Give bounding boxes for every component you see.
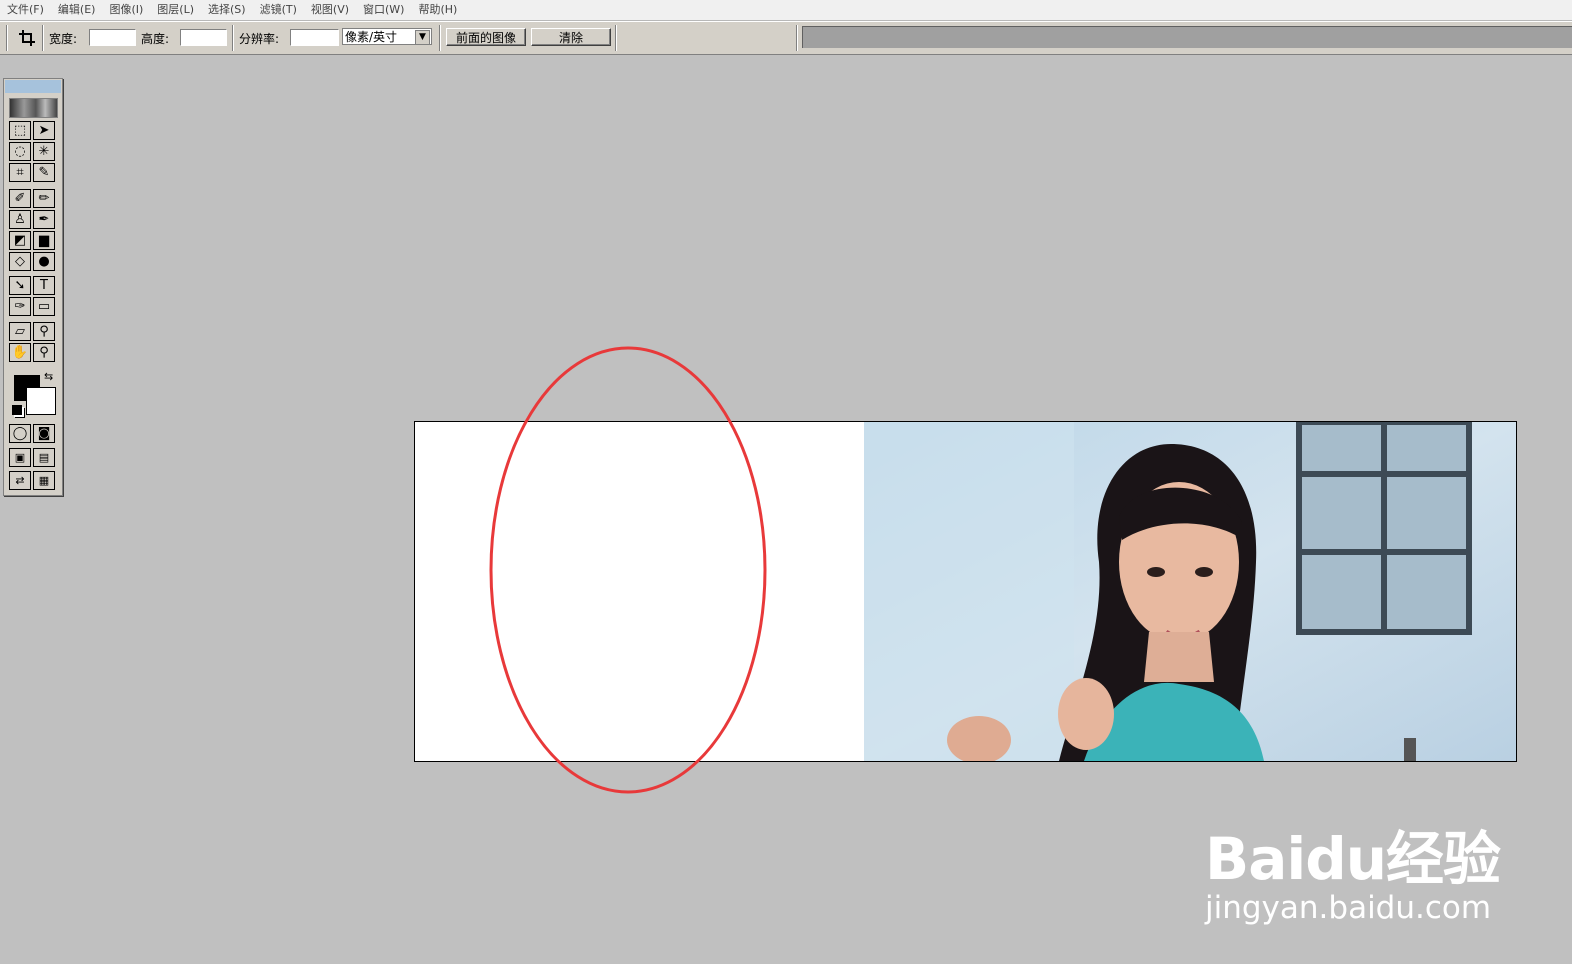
magic-wand-tool-icon[interactable]: ✳ — [33, 142, 55, 161]
menu-item[interactable]: 窗口(W) — [356, 0, 411, 20]
slice-tool-icon[interactable]: ✎ — [33, 163, 55, 182]
hand-tool-icon[interactable]: ✋ — [9, 343, 31, 362]
menu-item[interactable]: 视图(V) — [304, 0, 356, 20]
menu-item[interactable]: 文件(F) — [0, 0, 51, 20]
menu-item[interactable]: 图像(I) — [102, 0, 150, 20]
brush-tool-icon[interactable]: ✏ — [33, 189, 55, 208]
watermark-url: jingyan.baidu.com — [1205, 890, 1492, 926]
blur-tool-icon[interactable]: ◇ — [9, 252, 31, 271]
eraser-tool-icon[interactable]: ◩ — [9, 231, 31, 250]
default-colors-icon[interactable] — [12, 405, 22, 415]
menu-bar: 文件(F) 编辑(E) 图像(I) 图层(L) 选择(S) 滤镜(T) 视图(V) 窗口(W)… — [0, 0, 1572, 21]
dodge-tool-icon[interactable]: ● — [33, 252, 55, 271]
options-bar-grip — [6, 25, 8, 51]
clone-stamp-tool-icon[interactable]: ♙ — [9, 210, 31, 229]
marquee-tool-icon[interactable]: ⬚ — [9, 121, 31, 140]
image-canvas[interactable] — [414, 421, 1517, 762]
toolbox-title-bar[interactable] — [5, 80, 61, 93]
crop-tool-preset-icon[interactable] — [14, 22, 40, 54]
watermark-logo-text: Baidu经验 — [1205, 825, 1501, 893]
app-logo-icon[interactable] — [9, 98, 58, 118]
lasso-tool-icon[interactable]: ◌ — [9, 142, 31, 161]
separator — [232, 25, 234, 51]
separator — [615, 25, 617, 51]
height-field[interactable] — [180, 29, 227, 46]
standard-mode-icon[interactable]: ◯ — [9, 424, 31, 443]
path-selection-tool-icon[interactable]: ➘ — [9, 276, 31, 295]
zoom-tool-icon[interactable]: ⚲ — [33, 343, 55, 362]
quick-mask-mode-icon[interactable]: ◙ — [33, 424, 55, 443]
height-label: 高度: — [141, 31, 170, 46]
swap-colors-icon[interactable]: ⇆ — [44, 370, 53, 383]
move-tool-icon[interactable]: ➤ — [33, 121, 55, 140]
crop-tool-icon[interactable]: ⌗ — [9, 163, 31, 182]
separator — [439, 25, 441, 51]
eyedropper-tool-icon[interactable]: ⚲ — [33, 322, 55, 341]
clear-button[interactable]: 清除 — [531, 28, 611, 46]
toolbox-panel: ⇆ ◯ ◙ ▣ ▤ ⇄ ▦ ⬚ ➤ ◌ ✳ ⌗ ✎ ✐ ✏ ♙ ✒ ◩ ▆ ◇ ● ➘ T ✑ ▭ ▱ ⚲ ✋ ⚲ — [3, 78, 63, 496]
pen-tool-icon[interactable]: ✑ — [9, 297, 31, 316]
standard-screen-mode-icon[interactable]: ▣ — [9, 448, 31, 467]
chevron-down-icon[interactable]: ▼ — [415, 30, 430, 45]
menu-item[interactable]: 编辑(E) — [51, 0, 103, 20]
menu-item[interactable]: 图层(L) — [150, 0, 201, 20]
separator — [796, 25, 798, 51]
options-bar: 宽度: 高度: 分辨率: 像素/英寸 ▼ 前面的图像 清除 — [0, 21, 1572, 55]
width-label: 宽度: — [49, 31, 78, 46]
baidu-jingyan-logo: Baidu经验 — [1205, 830, 1501, 888]
jump-to-imageready-icon[interactable]: ⇄ — [9, 471, 31, 490]
woman-photo-image — [864, 422, 1516, 761]
notes-tool-icon[interactable]: ▱ — [9, 322, 31, 341]
separator — [42, 25, 44, 51]
front-image-button[interactable]: 前面的图像 — [446, 28, 526, 46]
background-color-swatch[interactable] — [26, 387, 56, 415]
rectangle-tool-icon[interactable]: ▭ — [33, 297, 55, 316]
imageready-icon[interactable]: ▦ — [33, 471, 55, 490]
full-screen-mode-icon[interactable]: ▤ — [33, 448, 55, 467]
resolution-field[interactable] — [290, 29, 339, 46]
palette-well — [802, 26, 1572, 48]
resolution-label: 分辨率: — [239, 31, 280, 46]
menu-item[interactable]: 选择(S) — [201, 0, 253, 20]
resolution-unit-select[interactable]: 像素/英寸 ▼ — [342, 28, 432, 45]
menu-item[interactable]: 帮助(H) — [411, 0, 464, 20]
history-brush-tool-icon[interactable]: ✒ — [33, 210, 55, 229]
type-tool-icon[interactable]: T — [33, 276, 55, 295]
healing-brush-tool-icon[interactable]: ✐ — [9, 189, 31, 208]
gradient-tool-icon[interactable]: ▆ — [33, 231, 55, 250]
menu-item[interactable]: 滤镜(T) — [253, 0, 304, 20]
resolution-unit-value: 像素/英寸 — [345, 30, 398, 44]
width-field[interactable] — [89, 29, 136, 46]
